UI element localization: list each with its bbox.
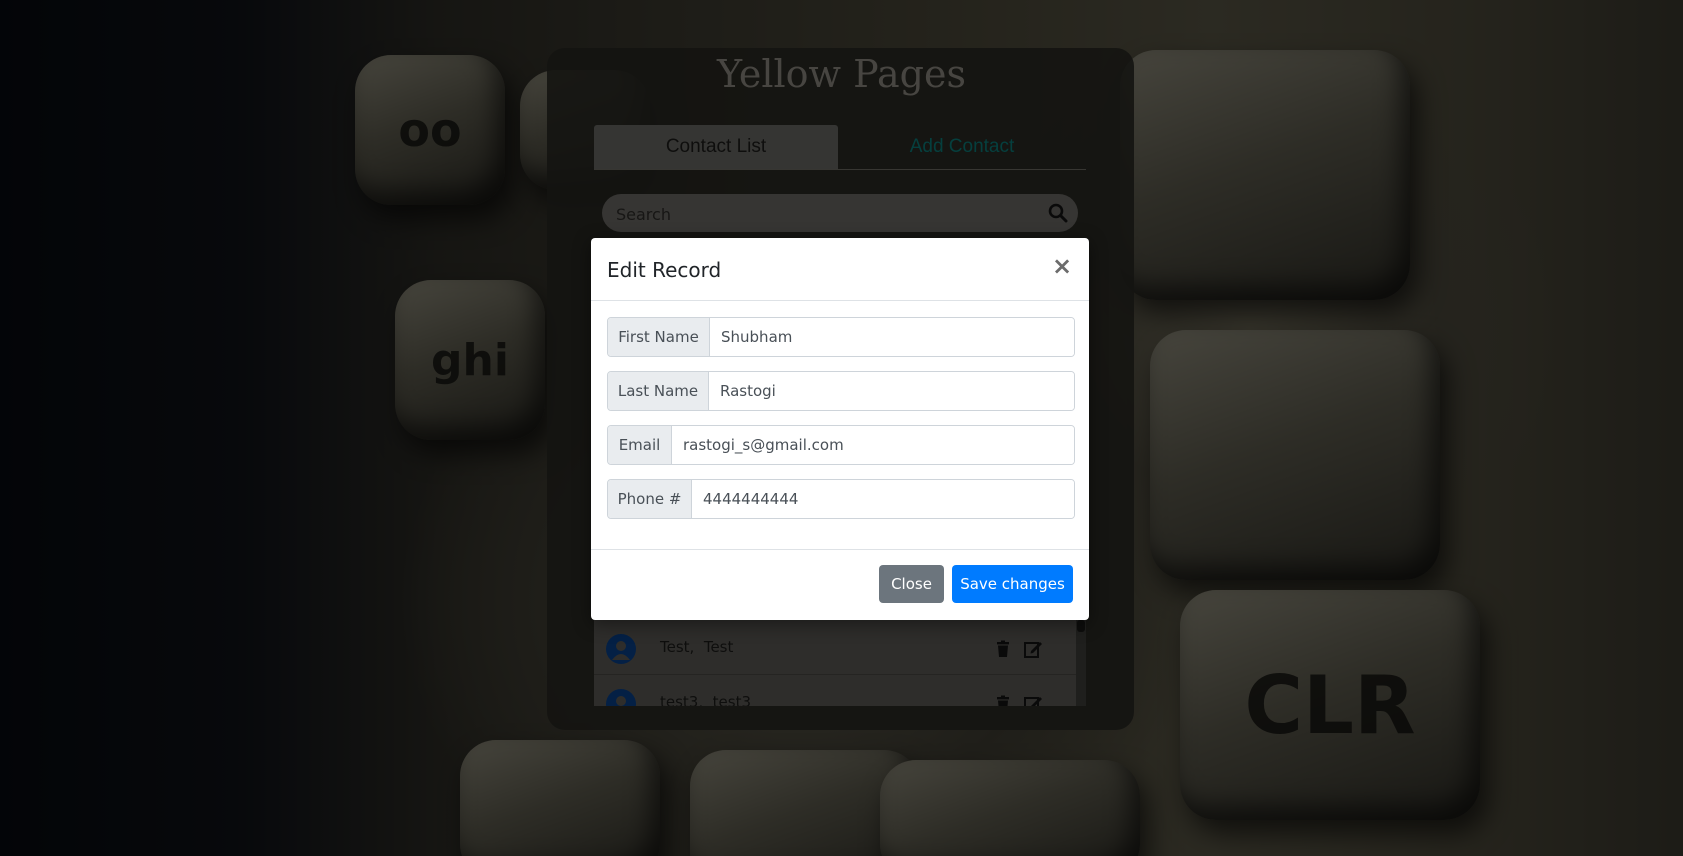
email-label: Email xyxy=(608,426,672,464)
email-field[interactable] xyxy=(672,426,1074,464)
phone-label: Phone # xyxy=(608,480,692,518)
first-name-label: First Name xyxy=(608,318,710,356)
modal-footer: Close Save changes xyxy=(591,549,1089,621)
modal-header: Edit Record × xyxy=(591,238,1089,301)
close-icon[interactable]: × xyxy=(1051,254,1073,278)
edit-record-modal: Edit Record × First Name Last Name Email… xyxy=(591,238,1089,620)
close-button[interactable]: Close xyxy=(879,565,944,603)
phone-group: Phone # xyxy=(607,479,1075,519)
phone-field[interactable] xyxy=(692,480,1074,518)
first-name-group: First Name xyxy=(607,317,1075,357)
first-name-field[interactable] xyxy=(710,318,1074,356)
save-changes-button[interactable]: Save changes xyxy=(952,565,1073,603)
last-name-label: Last Name xyxy=(608,372,709,410)
last-name-group: Last Name xyxy=(607,371,1075,411)
last-name-field[interactable] xyxy=(709,372,1074,410)
email-group: Email xyxy=(607,425,1075,465)
modal-title: Edit Record xyxy=(607,258,722,282)
